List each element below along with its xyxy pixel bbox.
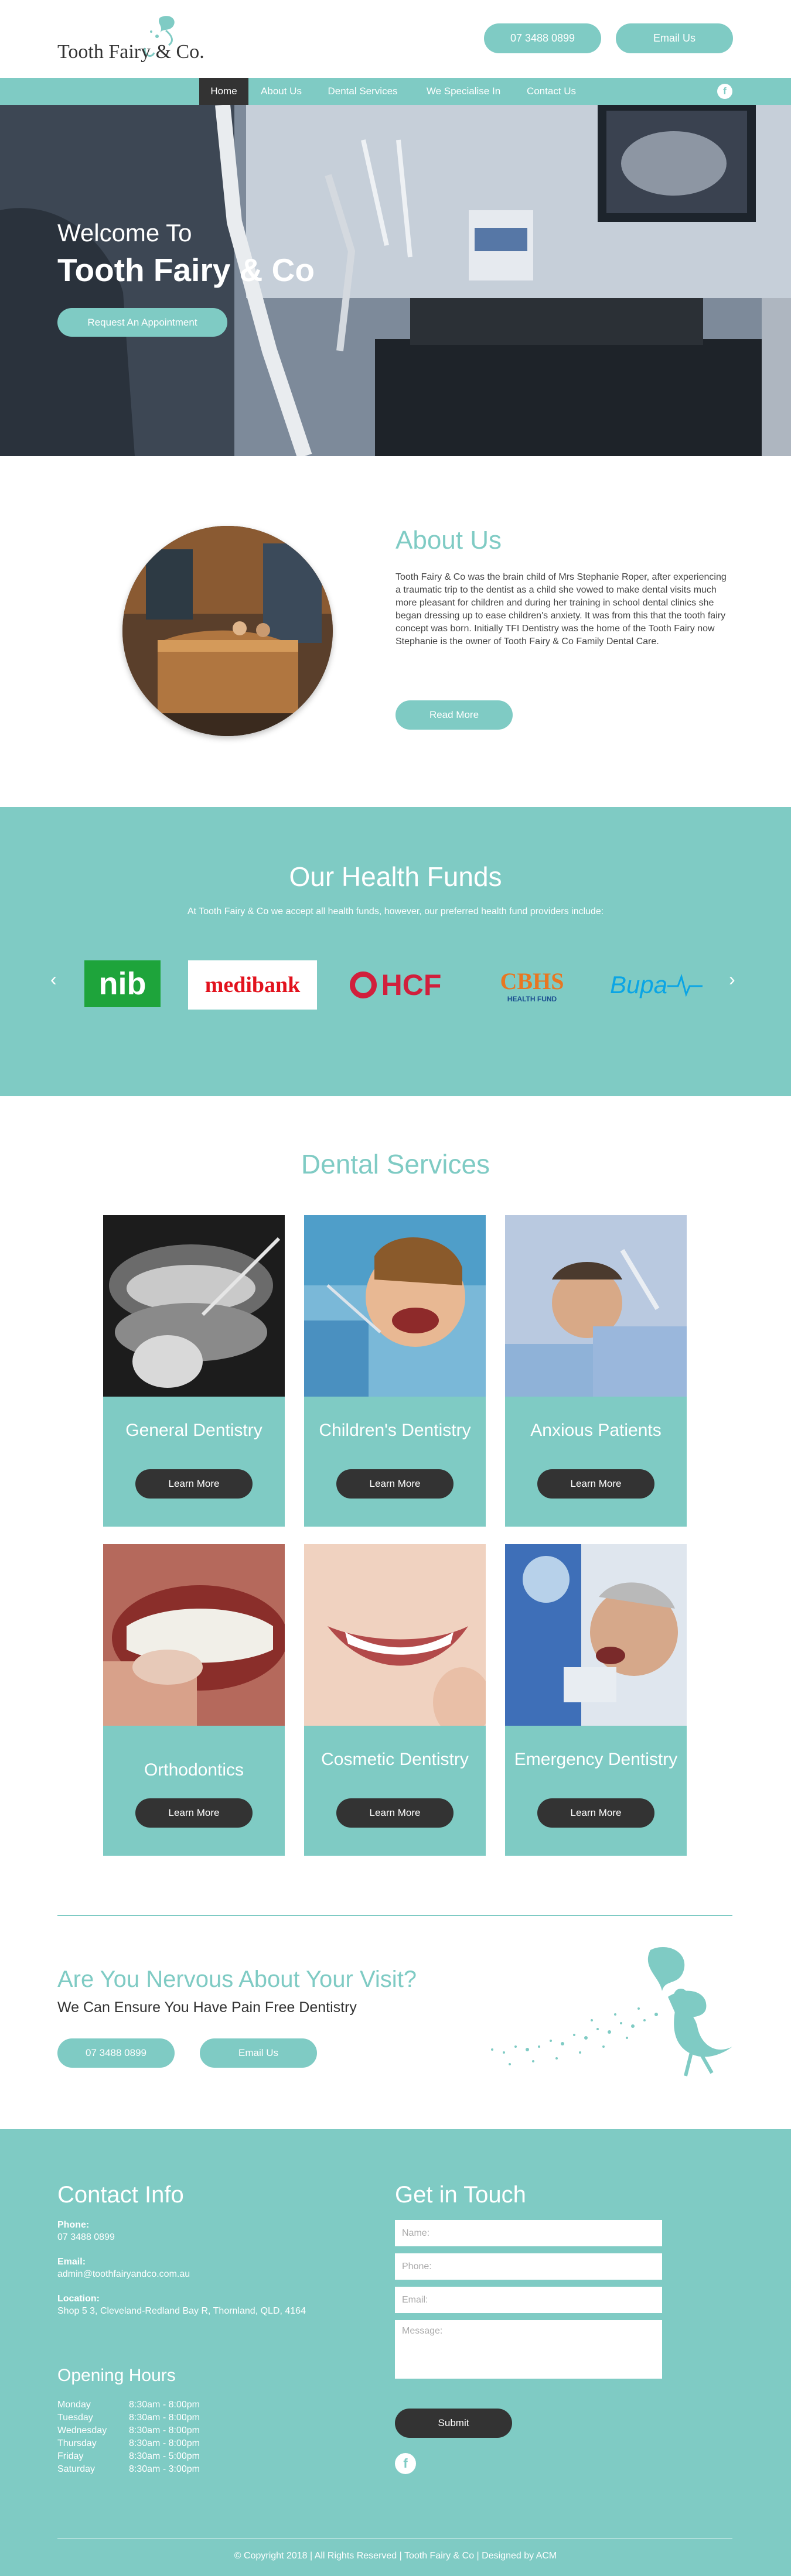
- aligner-image: [103, 1544, 285, 1726]
- learn-more-button[interactable]: Learn More: [135, 1469, 253, 1499]
- fund-logo-medibank[interactable]: medibank: [188, 960, 317, 1010]
- service-card-general[interactable]: General Dentistry Learn More: [103, 1215, 285, 1527]
- footer-location: Shop 5 3, Cleveland-Redland Bay R, Thorn…: [57, 2306, 306, 2316]
- nav-contact-us[interactable]: Contact Us: [519, 78, 584, 105]
- email-label: Email:: [57, 2257, 86, 2267]
- hours-day: Monday: [57, 2400, 91, 2410]
- service-title: Orthodontics: [144, 1760, 244, 1780]
- health-funds-section: Our Health Funds At Tooth Fairy & Co we …: [0, 807, 791, 1096]
- smile-image: [304, 1544, 486, 1726]
- logo-text: Tooth Fairy & Co.: [57, 41, 204, 63]
- service-title: Emergency Dentistry: [514, 1750, 678, 1769]
- footer-email[interactable]: admin@toothfairyandco.com.au: [57, 2269, 190, 2280]
- cbhs-text: CBHS: [500, 967, 564, 994]
- nav-dental-services[interactable]: Dental Services: [318, 78, 407, 105]
- submit-button[interactable]: Submit: [395, 2409, 512, 2438]
- learn-more-button[interactable]: Learn More: [135, 1798, 253, 1828]
- about-title: About Us: [396, 526, 502, 555]
- child-patient-image: [304, 1215, 486, 1397]
- service-title: Cosmetic Dentistry: [321, 1750, 469, 1769]
- nav-home[interactable]: Home: [199, 78, 248, 105]
- phone-label: Phone:: [57, 2220, 90, 2230]
- emergency-patient-image: [505, 1544, 687, 1726]
- learn-more-button[interactable]: Learn More: [537, 1798, 654, 1828]
- hcf-text: HCF: [381, 969, 442, 1001]
- nervous-subtitle: We Can Ensure You Have Pain Free Dentist…: [57, 1999, 357, 2016]
- chevron-left-icon[interactable]: ‹: [50, 969, 57, 990]
- location-label: Location:: [57, 2294, 100, 2304]
- tooth-fairy-icon: [491, 1946, 732, 2076]
- opening-hours-title: Opening Hours: [57, 2366, 176, 2385]
- hours-day: Thursday: [57, 2438, 97, 2448]
- xray-image: [103, 1215, 285, 1397]
- hours-day: Saturday: [57, 2464, 96, 2474]
- header-email-button[interactable]: Email Us: [616, 23, 733, 53]
- hours-time: 8:30am - 3:00pm: [129, 2464, 200, 2474]
- service-card-emergency[interactable]: Emergency Dentistry Learn More: [505, 1544, 687, 1856]
- dental-services-title: Dental Services: [301, 1149, 490, 1179]
- nervous-title: Are You Nervous About Your Visit?: [57, 1966, 417, 1992]
- bupa-text: Bupa: [609, 971, 668, 998]
- heartbeat-icon: [667, 974, 703, 997]
- funds-subtitle: At Tooth Fairy & Co we accept all health…: [187, 906, 604, 916]
- hours-time: 8:30am - 5:00pm: [129, 2451, 200, 2461]
- copyright-text: © Copyright 2018 | All Rights Reserved |…: [234, 2551, 557, 2561]
- header-phone-button[interactable]: 07 3488 0899: [484, 23, 601, 53]
- phone-field[interactable]: [395, 2253, 662, 2280]
- site-footer: Contact Info Phone: 07 3488 0899 Email: …: [0, 2129, 791, 2576]
- get-in-touch-title: Get in Touch: [395, 2182, 526, 2208]
- footer-phone[interactable]: 07 3488 0899: [57, 2232, 115, 2243]
- chevron-right-icon[interactable]: ›: [729, 969, 735, 990]
- service-card-orthodontics[interactable]: Orthodontics Learn More: [103, 1544, 285, 1856]
- fund-logo-nib[interactable]: nib: [84, 960, 161, 1007]
- service-card-anxious[interactable]: Anxious Patients Learn More: [505, 1215, 687, 1527]
- fund-logo-cbhs[interactable]: CBHS HEALTH FUND: [485, 960, 579, 1010]
- request-appointment-button[interactable]: Request An Appointment: [57, 308, 227, 337]
- hero-title: Tooth Fairy & Co: [57, 252, 315, 288]
- fund-logo-hcf[interactable]: HCF: [337, 960, 454, 1010]
- section-divider: [57, 1915, 732, 1916]
- anxious-patient-image: [505, 1215, 687, 1397]
- hours-day: Friday: [57, 2451, 84, 2461]
- service-title: Children's Dentistry: [319, 1421, 471, 1440]
- service-card-cosmetic[interactable]: Cosmetic Dentistry Learn More: [304, 1544, 486, 1856]
- site-header: Tooth Fairy & Co. 07 3488 0899 Email Us: [0, 0, 791, 78]
- about-reception-photo: [122, 526, 333, 736]
- facebook-icon[interactable]: f: [395, 2453, 416, 2474]
- site-logo[interactable]: Tooth Fairy & Co.: [57, 13, 204, 69]
- funds-title: Our Health Funds: [289, 861, 502, 892]
- hours-day: Wednesday: [57, 2426, 107, 2435]
- learn-more-button[interactable]: Learn More: [336, 1798, 454, 1828]
- hours-time: 8:30am - 8:00pm: [129, 2426, 200, 2435]
- main-nav: Home About Us Dental Services We Special…: [0, 78, 791, 105]
- nervous-phone-button[interactable]: 07 3488 0899: [57, 2038, 175, 2068]
- service-card-children[interactable]: Children's Dentistry Learn More: [304, 1215, 486, 1527]
- hours-time: 8:30am - 8:00pm: [129, 2413, 200, 2423]
- hours-time: 8:30am - 8:00pm: [129, 2438, 200, 2448]
- message-field[interactable]: [395, 2320, 662, 2379]
- about-read-more-button[interactable]: Read More: [396, 700, 513, 730]
- service-title: General Dentistry: [125, 1421, 262, 1440]
- nav-we-specialise-in[interactable]: We Specialise In: [417, 78, 510, 105]
- fund-logo-bupa[interactable]: Bupa: [606, 960, 706, 1010]
- facebook-icon[interactable]: f: [717, 84, 732, 99]
- reception-image: [122, 526, 333, 736]
- nav-about-us[interactable]: About Us: [252, 78, 311, 105]
- nervous-email-button[interactable]: Email Us: [200, 2038, 317, 2068]
- hcf-swirl-icon: [349, 971, 377, 998]
- name-field[interactable]: [395, 2220, 662, 2246]
- hours-day: Tuesday: [57, 2413, 93, 2423]
- hours-time: 8:30am - 8:00pm: [129, 2400, 200, 2410]
- learn-more-button[interactable]: Learn More: [537, 1469, 654, 1499]
- cbhs-subtext: HEALTH FUND: [507, 994, 557, 1003]
- contact-info-title: Contact Info: [57, 2182, 184, 2208]
- hero-banner: Welcome To Tooth Fairy & Co Request An A…: [0, 105, 791, 456]
- email-field[interactable]: [395, 2287, 662, 2313]
- hero-welcome: Welcome To: [57, 219, 192, 247]
- service-title: Anxious Patients: [530, 1421, 662, 1440]
- about-text: Tooth Fairy & Co was the brain child of …: [396, 572, 727, 646]
- learn-more-button[interactable]: Learn More: [336, 1469, 454, 1499]
